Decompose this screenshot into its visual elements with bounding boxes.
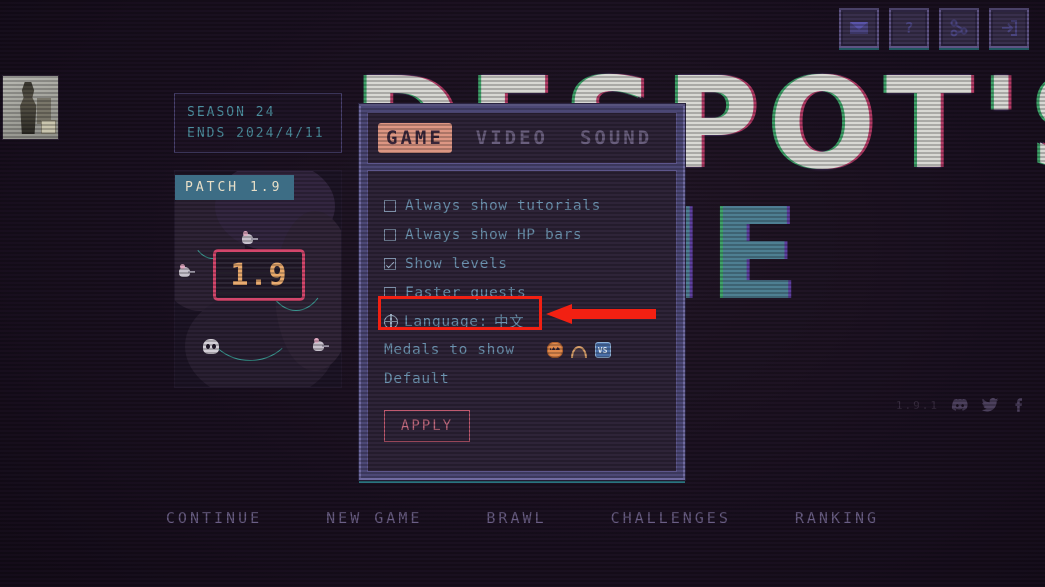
share-icon[interactable] — [939, 8, 979, 48]
main-menu-bar: CONTINUE NEW GAME BRAWL CHALLENGES RANKI… — [0, 509, 1045, 527]
login-icon[interactable] — [989, 8, 1029, 48]
medals-label: Medals to show — [384, 342, 515, 358]
option-faster-quests[interactable]: Faster quests — [384, 278, 660, 307]
default-preset-row[interactable]: Default — [384, 364, 660, 394]
avatar-scroll — [41, 120, 56, 134]
twitter-icon[interactable] — [981, 396, 999, 414]
arch-medal[interactable] — [570, 345, 587, 358]
medals-to-show-row: Medals to show VS — [384, 336, 660, 364]
mouse-sprite — [242, 231, 258, 244]
checkbox-icon[interactable] — [384, 228, 396, 241]
patch-label: PATCH 1.9 — [175, 175, 295, 200]
pumpkin-medal[interactable] — [546, 342, 563, 358]
top-icon-bar: ? — [839, 8, 1029, 48]
season-number: SEASON 24 — [187, 105, 276, 120]
option-label: Always show tutorials — [405, 197, 601, 214]
menu-item-challenges[interactable]: CHALLENGES — [611, 509, 731, 527]
option-show-levels[interactable]: Show levels — [384, 249, 660, 278]
menu-item-new-game[interactable]: NEW GAME — [326, 509, 422, 527]
mouse-sprite — [313, 338, 329, 351]
svg-text:?: ? — [904, 19, 913, 37]
option-always-show-hp-bars[interactable]: Always show HP bars — [384, 220, 660, 249]
option-language[interactable]: Language: 中文 — [383, 307, 660, 336]
tab-sound[interactable]: SOUND — [572, 123, 660, 153]
option-label: Faster quests — [405, 284, 527, 301]
patch-version-screen: 1.9 — [213, 249, 305, 301]
checkbox-checked-icon[interactable] — [384, 257, 396, 270]
season-info-box: SEASON 24 ENDS 2024/4/11 — [174, 93, 342, 153]
settings-panel: GAME VIDEO SOUND Always show tutorials A… — [359, 104, 685, 480]
player-avatar[interactable] — [2, 75, 59, 140]
avatar-figure — [20, 82, 37, 134]
option-label: Always show HP bars — [405, 226, 583, 243]
apply-button[interactable]: APPLY — [384, 410, 470, 442]
season-end-date: ENDS 2024/4/11 — [187, 126, 325, 141]
menu-item-ranking[interactable]: RANKING — [795, 509, 879, 527]
facebook-icon[interactable] — [1011, 396, 1029, 414]
patch-artwork: 1.9 — [175, 171, 341, 387]
option-label: Show levels — [405, 255, 508, 272]
patch-promo-card[interactable]: 1.9 PATCH 1.9 — [174, 170, 342, 388]
language-label: Language: — [404, 313, 488, 330]
settings-tab-bar: GAME VIDEO SOUND — [367, 112, 677, 164]
checkbox-icon[interactable] — [384, 199, 396, 212]
mouse-sprite — [179, 264, 195, 277]
vs-medal[interactable]: VS — [594, 342, 611, 358]
language-value: 中文 — [493, 315, 525, 331]
discord-icon[interactable] — [951, 396, 969, 414]
game-main-menu-screen: DESPOT'S GAME ? SEASON 24 ENDS 2024/4/11 — [0, 0, 1045, 587]
mail-icon[interactable] — [839, 8, 879, 48]
tab-game[interactable]: GAME — [378, 123, 452, 153]
globe-icon — [383, 314, 398, 329]
checkbox-icon[interactable] — [384, 286, 396, 299]
help-icon[interactable]: ? — [889, 8, 929, 48]
tab-video[interactable]: VIDEO — [468, 123, 556, 153]
version-label: 1.9.1 — [895, 398, 939, 412]
menu-item-continue[interactable]: CONTINUE — [166, 509, 262, 527]
footer-bar: 1.9.1 — [896, 396, 1029, 414]
menu-item-brawl[interactable]: BRAWL — [486, 509, 546, 527]
settings-panel-body: Always show tutorials Always show HP bar… — [367, 170, 677, 472]
option-always-show-tutorials[interactable]: Always show tutorials — [384, 191, 660, 220]
skull-sprite — [203, 339, 219, 354]
